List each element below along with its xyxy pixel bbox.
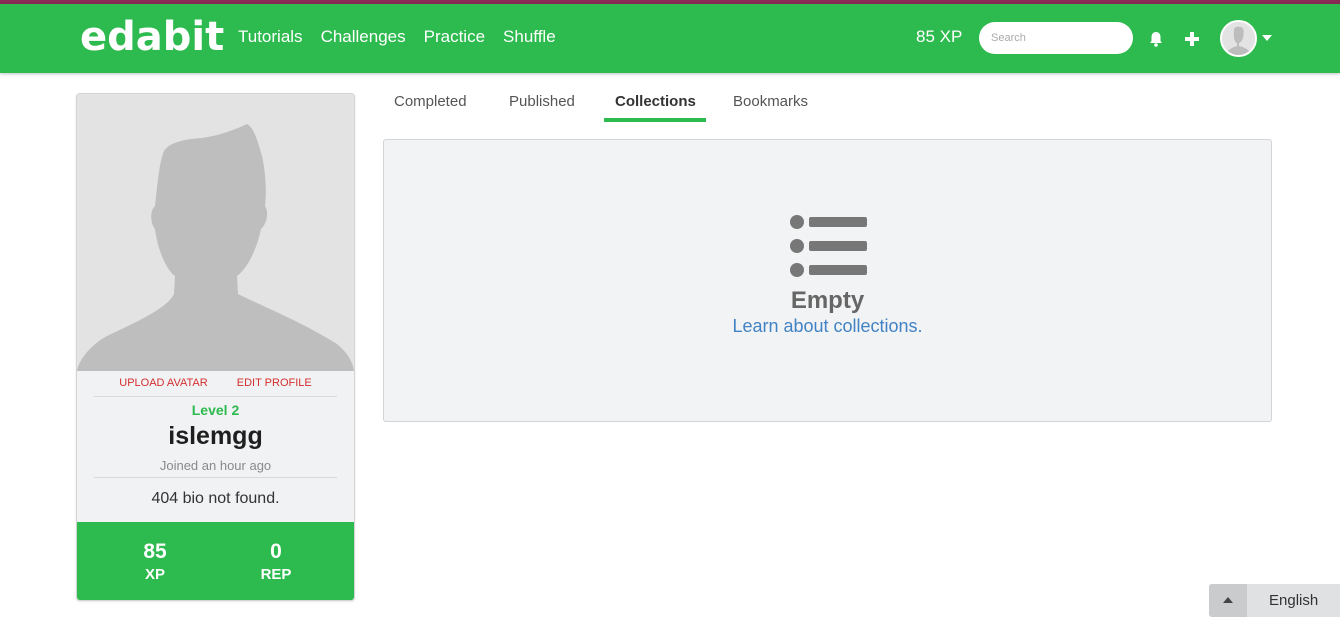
profile-avatar [77,94,354,371]
stat-rep: 0 REP [226,540,326,583]
tab-published[interactable]: Published [509,93,575,110]
tab-completed[interactable]: Completed [394,93,467,110]
active-tab-indicator [604,118,706,122]
nav-links: Tutorials Challenges Practice Shuffle [238,27,574,47]
nav-link-practice[interactable]: Practice [424,27,485,47]
xp-counter: 85 XP [916,27,963,46]
avatar[interactable] [1220,20,1257,57]
logo[interactable]: edabit [80,14,224,60]
upload-avatar-link[interactable]: UPLOAD AVATAR [119,377,207,389]
stat-rep-label: REP [260,566,292,583]
chevron-down-icon[interactable] [1262,35,1272,41]
divider [94,396,337,397]
nav-link-tutorials[interactable]: Tutorials [238,27,303,47]
language-toggle[interactable] [1209,584,1247,617]
avatar-silhouette-icon [1222,22,1255,55]
tab-collections[interactable]: Collections [615,93,696,110]
chevron-up-icon [1223,597,1233,603]
bell-icon[interactable] [1147,30,1165,48]
stat-xp-label: XP [144,566,165,583]
bio-text: 404 bio not found. [151,490,280,507]
stat-rep-value: 0 [270,540,282,563]
collections-panel: Empty Learn about collections. [383,139,1272,422]
tab-bookmarks[interactable]: Bookmarks [733,93,808,110]
search-input[interactable] [979,22,1133,54]
level-label: Level 2 [191,402,240,418]
navbar: edabit Tutorials Challenges Practice Shu… [0,4,1340,73]
nav-link-shuffle[interactable]: Shuffle [503,27,556,47]
profile-card: UPLOAD AVATAR EDIT PROFILE Level 2 islem… [76,93,355,601]
language-label: English [1269,592,1319,609]
learn-about-collections-link[interactable]: Learn about collections. [384,316,1271,337]
stat-xp: 85 XP [105,540,205,583]
empty-title: Empty [790,287,865,314]
edit-profile-link[interactable]: EDIT PROFILE [237,377,312,389]
card-actions: UPLOAD AVATAR EDIT PROFILE [77,377,354,389]
joined-text: Joined an hour ago [159,458,272,473]
language-selector[interactable]: English [1209,584,1340,617]
stat-xp-value: 85 [143,540,167,563]
nav-link-challenges[interactable]: Challenges [321,27,406,47]
divider [94,477,337,478]
stats-bar: 85 XP 0 REP [77,522,354,600]
avatar-silhouette-icon [77,94,354,371]
plus-icon[interactable] [1183,30,1201,48]
username: islemgg [168,422,263,450]
list-icon [790,215,867,277]
